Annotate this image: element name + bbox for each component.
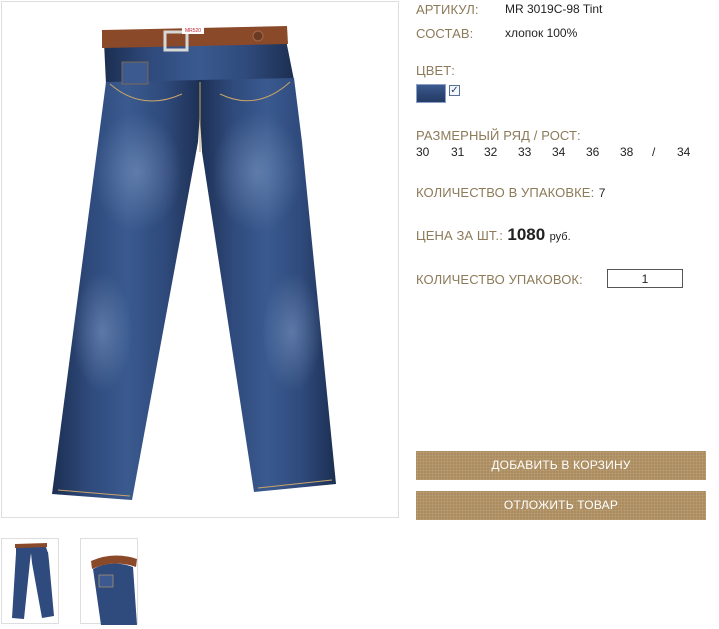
- pack-quantity-label: КОЛИЧЕСТВО В УПАКОВКЕ:: [416, 185, 595, 200]
- color-row: ЦВЕТ:: [416, 62, 455, 80]
- composition-label: СОСТАВ:: [416, 26, 474, 41]
- size-label: РАЗМЕРНЫЙ РЯД / РОСТ:: [416, 128, 581, 143]
- size-value: 30: [416, 145, 430, 159]
- add-to-cart-button[interactable]: ДОБАВИТЬ В КОРЗИНУ: [416, 451, 706, 480]
- size-value: 38: [620, 145, 634, 159]
- size-row: РАЗМЕРНЫЙ РЯД / РОСТ:: [416, 127, 581, 145]
- pack-quantity-value: 7: [598, 186, 606, 200]
- article-label: АРТИКУЛ:: [416, 2, 479, 17]
- price-label: ЦЕНА ЗА ШТ.:: [416, 228, 503, 243]
- jeans-image: MR520: [52, 26, 336, 500]
- size-value: 34: [552, 145, 566, 159]
- thumbnail-back[interactable]: [80, 538, 138, 625]
- size-value: 31: [451, 145, 465, 159]
- packs-label: КОЛИЧЕСТВО УПАКОВОК:: [416, 272, 583, 287]
- size-value: 32: [484, 145, 498, 159]
- article-row: АРТИКУЛ: MR 3019C-98 Tint: [416, 1, 602, 19]
- main-product-image[interactable]: MR520: [1, 1, 399, 518]
- defer-item-button[interactable]: ОТЛОЖИТЬ ТОВАР: [416, 491, 706, 520]
- color-checkbox[interactable]: ✓: [449, 85, 460, 96]
- size-list: 30 31 32 33 34 36 38 / 34: [416, 145, 690, 159]
- color-swatch-denim[interactable]: [416, 84, 446, 103]
- composition-row: СОСТАВ: хлопок 100%: [416, 25, 577, 43]
- article-value: MR 3019C-98 Tint: [505, 2, 603, 16]
- size-value: 33: [518, 145, 532, 159]
- packs-quantity-input[interactable]: [607, 269, 683, 288]
- thumbnail-front[interactable]: [1, 538, 59, 624]
- height-value: 34: [677, 145, 691, 159]
- color-label: ЦВЕТ:: [416, 63, 456, 78]
- price-row: ЦЕНА ЗА ШТ.: 1080 руб.: [416, 225, 571, 245]
- jeans-thumbnail-image: [12, 543, 54, 619]
- brand-logo: MR520: [185, 28, 201, 34]
- composition-value: хлопок 100%: [505, 26, 578, 40]
- packs-row: КОЛИЧЕСТВО УПАКОВОК:: [416, 271, 583, 289]
- price-value: 1080: [507, 225, 546, 244]
- size-value: 36: [586, 145, 600, 159]
- jeans-detail-thumbnail-image: [91, 555, 137, 625]
- price-currency: руб.: [549, 231, 571, 243]
- size-separator: /: [652, 145, 656, 159]
- pack-quantity-row: КОЛИЧЕСТВО В УПАКОВКЕ: 7: [416, 184, 605, 202]
